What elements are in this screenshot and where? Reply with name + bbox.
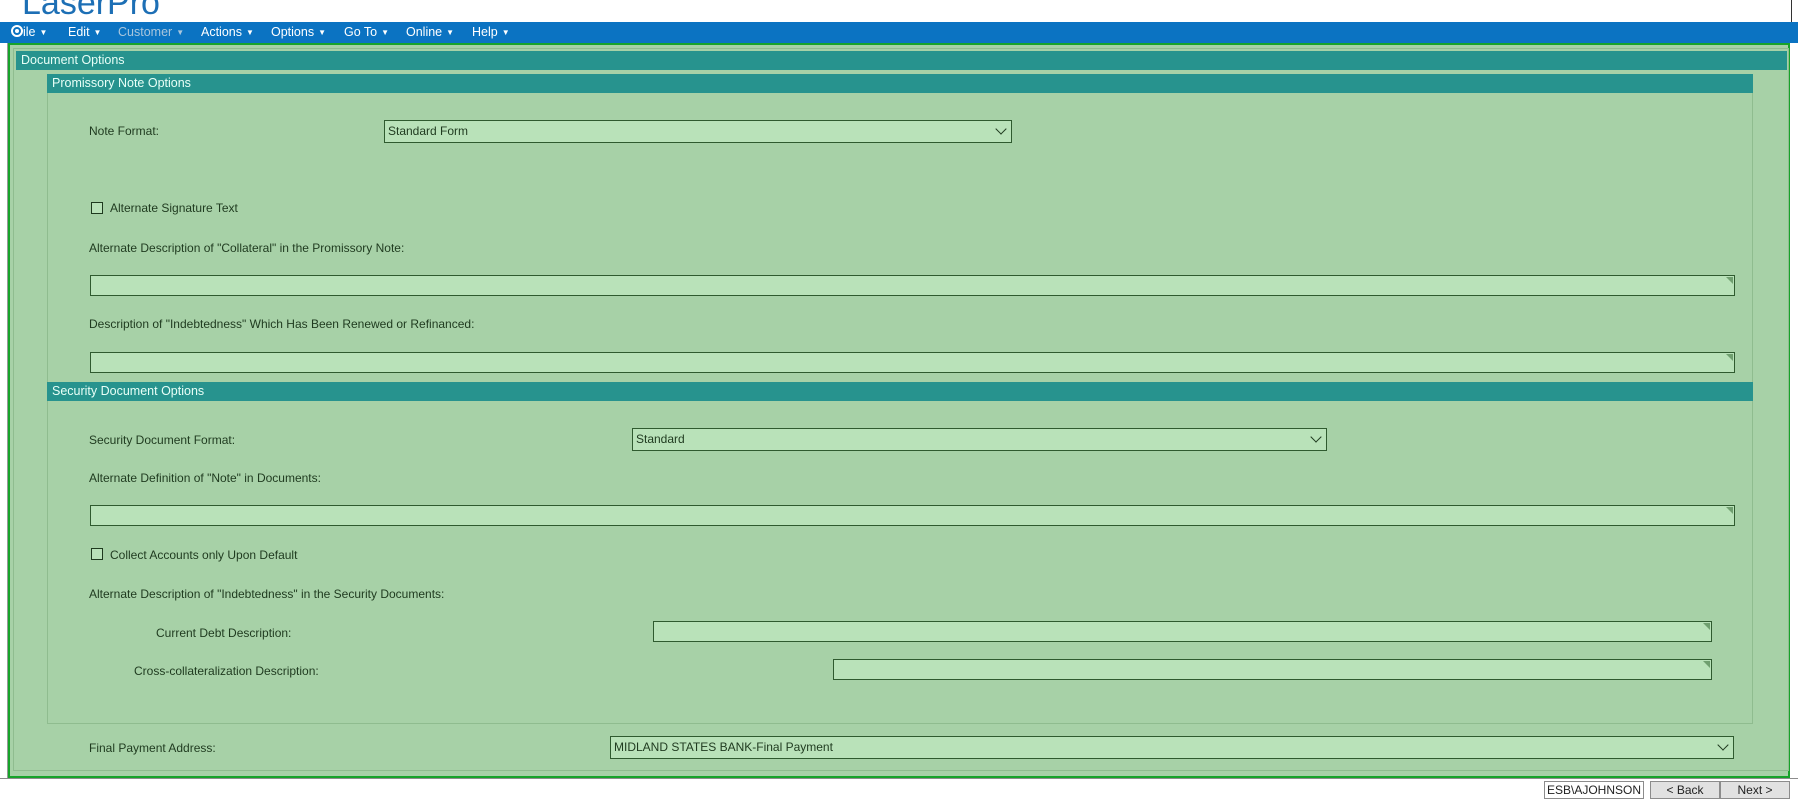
caret-down-icon: ▼ xyxy=(446,28,455,37)
alt-indebtedness-label: Alternate Description of "Indebtedness" … xyxy=(89,587,445,601)
promissory-note-header: Promissory Note Options xyxy=(47,74,1753,93)
caret-down-icon: ▼ xyxy=(39,28,48,37)
caret-down-icon: ▼ xyxy=(381,28,390,37)
menu-options[interactable]: Options ▼ xyxy=(271,24,326,41)
resize-corner-icon xyxy=(1726,277,1733,284)
left-strip xyxy=(0,43,8,779)
security-format-label: Security Document Format: xyxy=(89,433,236,447)
app-logo-icon[interactable] xyxy=(11,25,23,37)
security-document-header: Security Document Options xyxy=(47,382,1753,401)
collateral-description-label: Alternate Description of "Collateral" in… xyxy=(89,241,405,255)
caret-down-icon: ▼ xyxy=(176,28,185,37)
final-payment-select[interactable]: MIDLAND STATES BANK-Final Payment xyxy=(610,736,1734,759)
chevron-down-icon xyxy=(995,123,1007,135)
resize-corner-icon xyxy=(1703,661,1710,668)
note-format-label: Note Format: xyxy=(89,124,160,138)
resize-corner-icon xyxy=(1726,354,1733,361)
document-options-header: Document Options xyxy=(16,51,1787,70)
menu-edit[interactable]: Edit ▼ xyxy=(68,24,101,41)
security-format-select[interactable]: Standard xyxy=(632,428,1327,451)
note-format-value: Standard Form xyxy=(388,124,469,138)
collateral-description-input[interactable] xyxy=(90,275,1735,296)
caret-down-icon: ▼ xyxy=(93,28,102,37)
current-debt-label: Current Debt Description: xyxy=(156,626,292,640)
note-definition-input[interactable] xyxy=(90,505,1735,526)
collect-accounts-label: Collect Accounts only Upon Default xyxy=(110,548,298,562)
status-user: ESB\AJOHNSON xyxy=(1544,781,1644,799)
cross-collateralization-label: Cross-collateralization Description: xyxy=(134,664,319,678)
current-debt-input[interactable] xyxy=(653,621,1712,642)
menu-goto[interactable]: Go To ▼ xyxy=(344,24,389,41)
menu-online[interactable]: Online ▼ xyxy=(406,24,454,41)
window-edge xyxy=(1791,0,1798,22)
cross-collateralization-input[interactable] xyxy=(833,659,1712,680)
final-payment-label: Final Payment Address: xyxy=(89,741,216,755)
caret-down-icon: ▼ xyxy=(501,28,510,37)
back-button[interactable]: < Back xyxy=(1650,781,1720,799)
caret-down-icon: ▼ xyxy=(318,28,327,37)
menu-file[interactable]: ile ▼ xyxy=(23,24,47,41)
menu-help[interactable]: Help ▼ xyxy=(472,24,510,41)
chevron-down-icon xyxy=(1310,431,1322,443)
note-format-select[interactable]: Standard Form xyxy=(384,120,1012,143)
caret-down-icon: ▼ xyxy=(246,28,254,37)
next-button[interactable]: Next > xyxy=(1720,781,1790,799)
menu-customer: Customer ▼ xyxy=(118,25,185,39)
app-title: LaserPro xyxy=(22,0,160,22)
indebtedness-renewed-label: Description of "Indebtedness" Which Has … xyxy=(89,317,475,331)
indebtedness-renewed-input[interactable] xyxy=(90,352,1735,373)
alternate-signature-label: Alternate Signature Text xyxy=(110,201,238,215)
menu-actions[interactable]: Actions ▼ xyxy=(201,24,254,41)
security-format-value: Standard xyxy=(636,432,685,446)
chevron-down-icon xyxy=(1717,739,1729,751)
menu-bar: ile ▼ Edit ▼ Customer ▼ Actions ▼ Options ▼ G… xyxy=(0,22,1798,43)
note-definition-label: Alternate Definition of "Note" in Docume… xyxy=(89,471,321,485)
alternate-signature-checkbox[interactable] xyxy=(91,202,103,214)
resize-corner-icon xyxy=(1726,507,1733,514)
status-bar: ESB\AJOHNSON < Back Next > xyxy=(0,778,1798,799)
final-payment-value: MIDLAND STATES BANK-Final Payment xyxy=(614,740,833,754)
collect-accounts-checkbox[interactable] xyxy=(91,548,103,560)
resize-corner-icon xyxy=(1703,623,1710,630)
